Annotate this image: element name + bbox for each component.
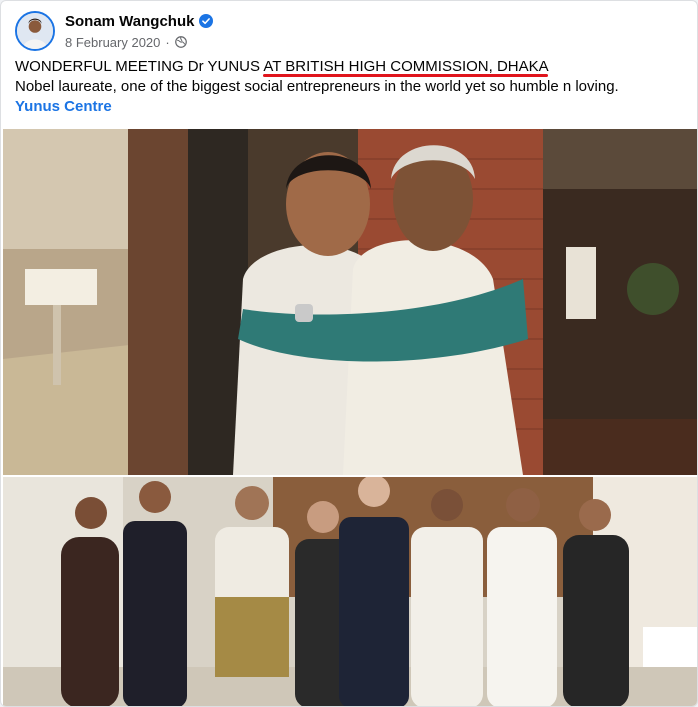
post-photo-embrace[interactable]	[3, 129, 697, 475]
post-card: Sonam Wangchuk 8 February 2020 · WONDERF…	[0, 0, 698, 707]
post-header: Sonam Wangchuk 8 February 2020 ·	[15, 11, 615, 55]
globe-icon[interactable]	[174, 36, 187, 48]
group-photo-image	[3, 477, 697, 706]
author-row: Sonam Wangchuk	[65, 11, 214, 31]
post-meta: 8 February 2020 ·	[65, 33, 187, 51]
avatar-image	[17, 13, 53, 49]
post-photo-group[interactable]	[3, 477, 697, 706]
yunus-centre-link[interactable]: Yunus Centre	[15, 97, 685, 117]
post-text: WONDERFUL MEETING Dr YUNUS AT BRITISH HI…	[15, 57, 685, 117]
verified-badge-icon	[199, 14, 214, 28]
meta-separator: ·	[165, 34, 170, 50]
post-text-line1-wrap: WONDERFUL MEETING Dr YUNUS AT BRITISH HI…	[15, 57, 685, 77]
author-name[interactable]: Sonam Wangchuk	[65, 13, 194, 30]
post-text-line1: WONDERFUL MEETING Dr YUNUS AT BRITISH HI…	[15, 58, 549, 75]
post-text-line2: Nobel laureate, one of the biggest socia…	[15, 78, 619, 95]
embrace-photo-image	[3, 129, 697, 475]
post-date[interactable]: 8 February 2020	[65, 35, 160, 50]
author-avatar[interactable]	[15, 11, 55, 51]
highlight-underline	[263, 74, 548, 77]
